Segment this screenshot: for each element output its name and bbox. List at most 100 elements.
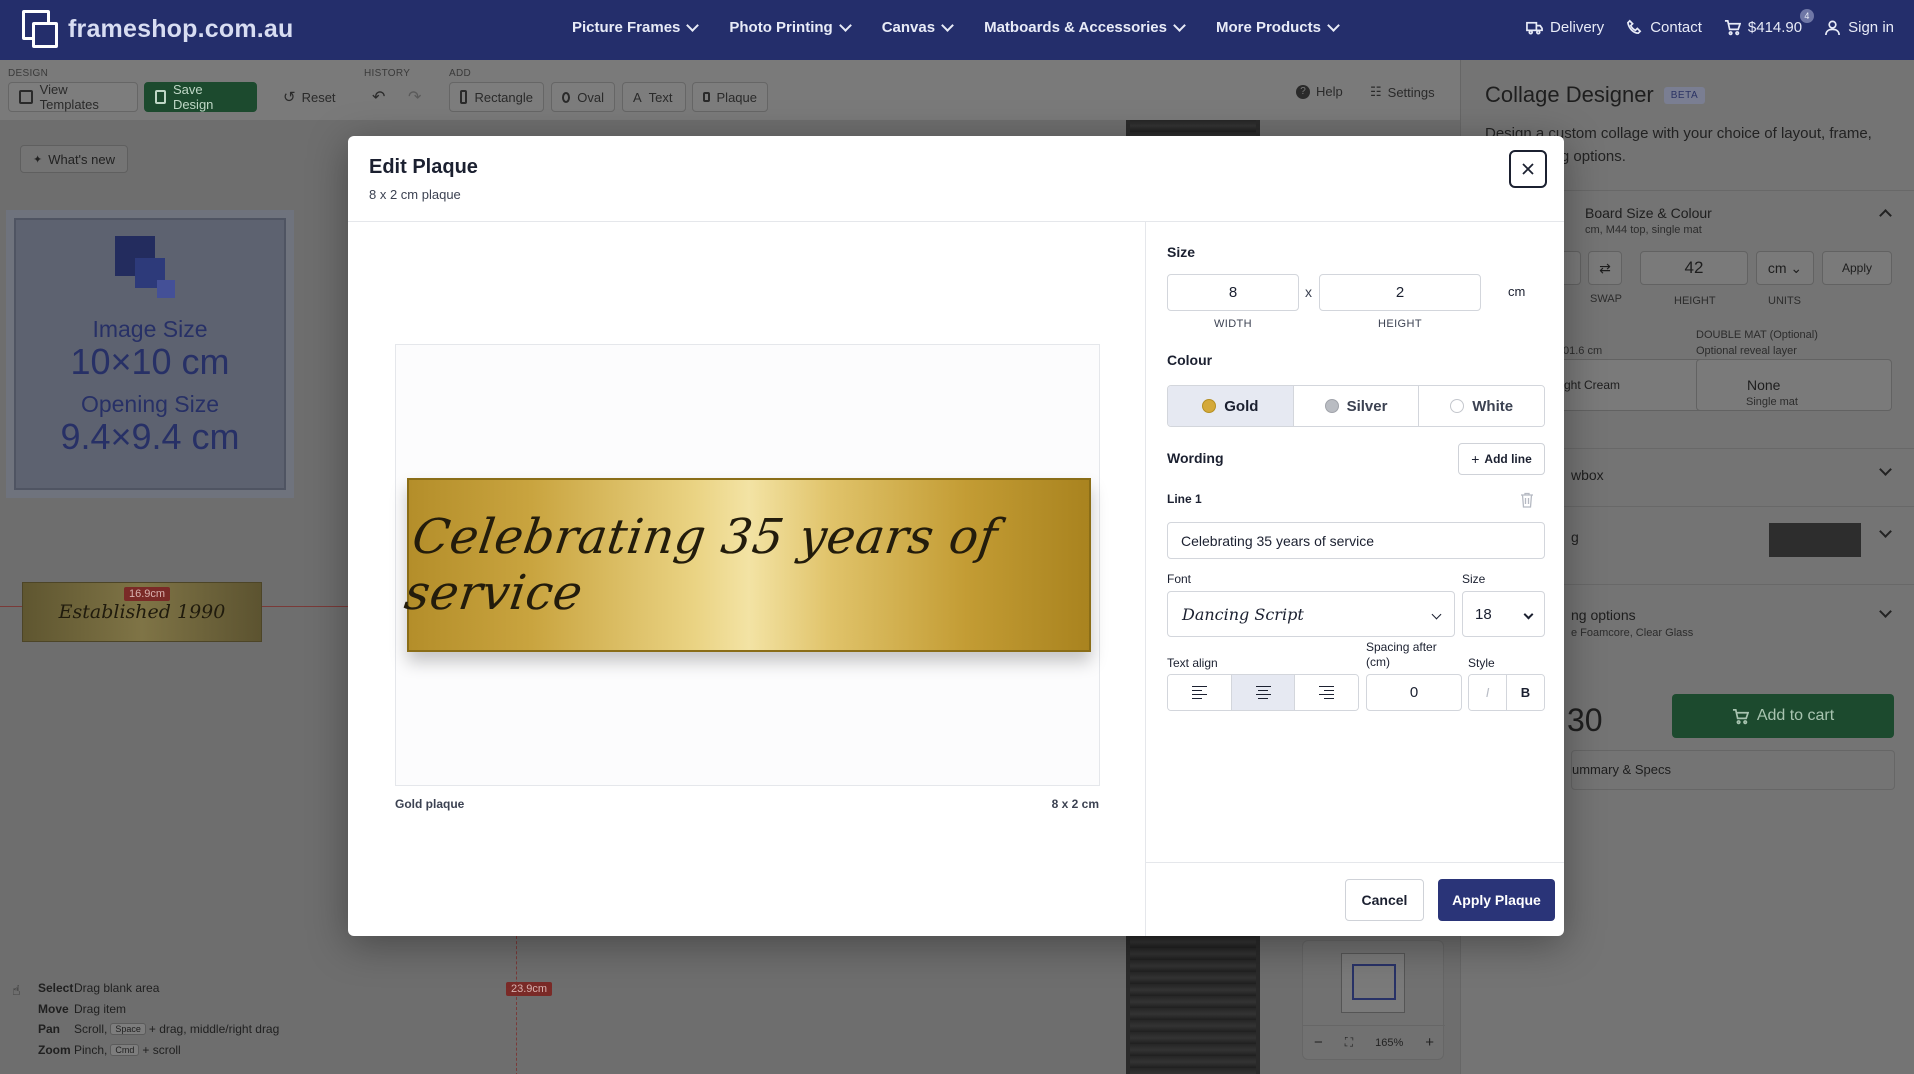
colour-selector: Gold Silver White xyxy=(1167,385,1545,427)
history-group-label: HISTORY xyxy=(364,68,411,79)
add-line-button[interactable]: + Add line xyxy=(1458,443,1545,475)
undo-button[interactable]: ↶ xyxy=(372,82,385,112)
cart-link[interactable]: $414.90 4 xyxy=(1724,8,1814,36)
silver-swatch-icon xyxy=(1324,399,1339,413)
colour-option-white[interactable]: White xyxy=(1419,386,1544,426)
settings-button[interactable]: ☷ Settings xyxy=(1370,84,1435,100)
templates-icon xyxy=(19,90,33,104)
board-height-input[interactable]: 42 xyxy=(1640,251,1748,285)
image-size-value: 10×10 cm xyxy=(70,341,230,382)
align-left-button[interactable] xyxy=(1168,675,1232,710)
line-1-text-input[interactable]: Celebrating 35 years of service xyxy=(1167,522,1545,559)
canvas-shortcuts-help: ☝ Select Drag blank area Move Drag item Pa… xyxy=(12,981,280,1057)
site-logo[interactable]: frameshop.com.au xyxy=(22,10,293,48)
sliders-icon: ☷ xyxy=(1370,84,1382,99)
white-swatch-icon xyxy=(1450,399,1465,413)
reset-button[interactable]: ↺ Reset xyxy=(283,82,336,112)
cart-icon xyxy=(1732,708,1749,724)
plaque-height-input[interactable]: 2 xyxy=(1319,274,1481,311)
line-1-label: Line 1 xyxy=(1167,492,1202,506)
colour-option-silver[interactable]: Silver xyxy=(1293,386,1420,426)
close-button[interactable] xyxy=(1509,150,1547,188)
trash-icon[interactable] xyxy=(1520,492,1534,508)
add-plaque-button[interactable]: Plaque xyxy=(692,82,768,112)
nav-picture-frames[interactable]: Picture Frames xyxy=(572,19,700,36)
spacing-after-input[interactable]: 0 xyxy=(1366,674,1462,711)
minimap-thumbnail[interactable] xyxy=(1341,953,1405,1013)
swap-button[interactable]: ⇄ xyxy=(1588,251,1622,285)
help-button[interactable]: ? Help xyxy=(1296,84,1343,99)
panel-title: Collage Designer xyxy=(1485,82,1654,107)
align-right-button[interactable] xyxy=(1295,675,1358,710)
italic-button[interactable]: I xyxy=(1469,675,1507,710)
add-text-button[interactable]: A Text xyxy=(622,82,686,112)
opening-size-label: Opening Size xyxy=(80,391,220,417)
size-section-label: Size xyxy=(1167,244,1196,260)
delivery-link[interactable]: Delivery xyxy=(1526,19,1604,36)
nav-photo-printing[interactable]: Photo Printing xyxy=(729,19,852,36)
bold-button[interactable]: B xyxy=(1507,675,1544,710)
chevron-down-icon xyxy=(1431,609,1442,619)
undo-icon: ↶ xyxy=(372,89,386,106)
plaque-settings-form: Size 8 x 2 cm WIDTH HEIGHT Colour Gold S… xyxy=(1146,222,1564,936)
dimension-tag-vertical: 23.9cm xyxy=(506,982,553,996)
whats-new-button[interactable]: ✦ What's new xyxy=(20,145,129,173)
nav-matboards[interactable]: Matboards & Accessories xyxy=(984,18,1186,36)
colour-option-gold[interactable]: Gold xyxy=(1168,386,1294,426)
gold-swatch-icon xyxy=(1202,399,1217,413)
beta-badge: BETA xyxy=(1663,86,1706,104)
font-select[interactable]: Dancing Script xyxy=(1167,591,1455,637)
logo-icon xyxy=(22,10,58,48)
save-design-button[interactable]: Save Design xyxy=(144,82,257,112)
summary-specs-toggle[interactable]: ummary & Specs xyxy=(1571,750,1895,790)
chevron-down-icon xyxy=(941,18,954,32)
logo-text: frameshop.com.au xyxy=(68,14,294,43)
plaque-width-input[interactable]: 8 xyxy=(1167,274,1299,311)
dimension-tag-horizontal: 16.9cm xyxy=(124,587,171,601)
text-align-label: Text align xyxy=(1167,656,1218,670)
plaque-preview-text: Celebrating 35 years of service xyxy=(401,509,1002,621)
preview-size-caption: 8 x 2 cm xyxy=(1051,797,1099,811)
nav-canvas[interactable]: Canvas xyxy=(882,18,954,36)
align-center-button[interactable] xyxy=(1231,675,1296,710)
fit-screen-icon[interactable]: ⛶ xyxy=(1345,1035,1353,1050)
phone-icon xyxy=(1627,19,1642,34)
style-label: Style xyxy=(1468,656,1495,670)
preview-finish-caption: Gold plaque xyxy=(395,797,465,811)
height-caption: HEIGHT xyxy=(1378,318,1422,330)
cancel-button[interactable]: Cancel xyxy=(1345,879,1424,921)
sign-in-link[interactable]: Sign in xyxy=(1824,19,1894,36)
apply-plaque-button[interactable]: Apply Plaque xyxy=(1438,879,1555,921)
chevron-up-icon[interactable] xyxy=(1879,209,1892,222)
image-opening[interactable]: Image Size 10×10 cm Opening Size 9.4×9.4… xyxy=(6,210,294,498)
contact-link[interactable]: Contact xyxy=(1626,19,1702,36)
wording-section-label: Wording xyxy=(1167,450,1224,466)
user-icon xyxy=(1825,20,1841,35)
apply-size-button[interactable]: Apply xyxy=(1822,251,1892,285)
add-oval-button[interactable]: Oval xyxy=(551,82,615,112)
bookmark-icon xyxy=(155,90,166,104)
design-group-label: DESIGN xyxy=(8,68,49,79)
align-left-icon xyxy=(1191,685,1207,700)
add-to-cart-button[interactable]: Add to cart xyxy=(1672,694,1894,738)
align-center-icon xyxy=(1255,685,1271,700)
units-select[interactable]: cm ⌄ xyxy=(1756,251,1814,285)
zoom-out-button[interactable]: − xyxy=(1314,1034,1323,1051)
frame-swatch xyxy=(1769,523,1861,557)
chevron-down-icon xyxy=(1523,609,1534,619)
font-label: Font xyxy=(1167,572,1192,586)
edit-plaque-dialog: Edit Plaque 8 x 2 cm plaque Celebrating … xyxy=(348,136,1564,936)
chevron-down-icon xyxy=(1173,18,1186,32)
main-menu: Picture Frames Photo Printing Canvas Mat… xyxy=(572,0,1370,54)
top-navigation: frameshop.com.au Picture Frames Photo Pr… xyxy=(0,0,1914,60)
add-rectangle-button[interactable]: Rectangle xyxy=(449,82,544,112)
font-size-select[interactable]: 18 xyxy=(1462,591,1545,637)
add-group-label: ADD xyxy=(449,68,472,79)
plaque-preview-area: Celebrating 35 years of service xyxy=(395,344,1100,786)
nav-more-products[interactable]: More Products xyxy=(1216,19,1340,36)
redo-button[interactable]: ↷ xyxy=(408,82,421,112)
oval-icon xyxy=(562,91,571,103)
zoom-in-button[interactable]: + xyxy=(1425,1034,1434,1051)
colour-section-label: Colour xyxy=(1167,352,1213,368)
view-templates-button[interactable]: View Templates xyxy=(8,82,138,112)
